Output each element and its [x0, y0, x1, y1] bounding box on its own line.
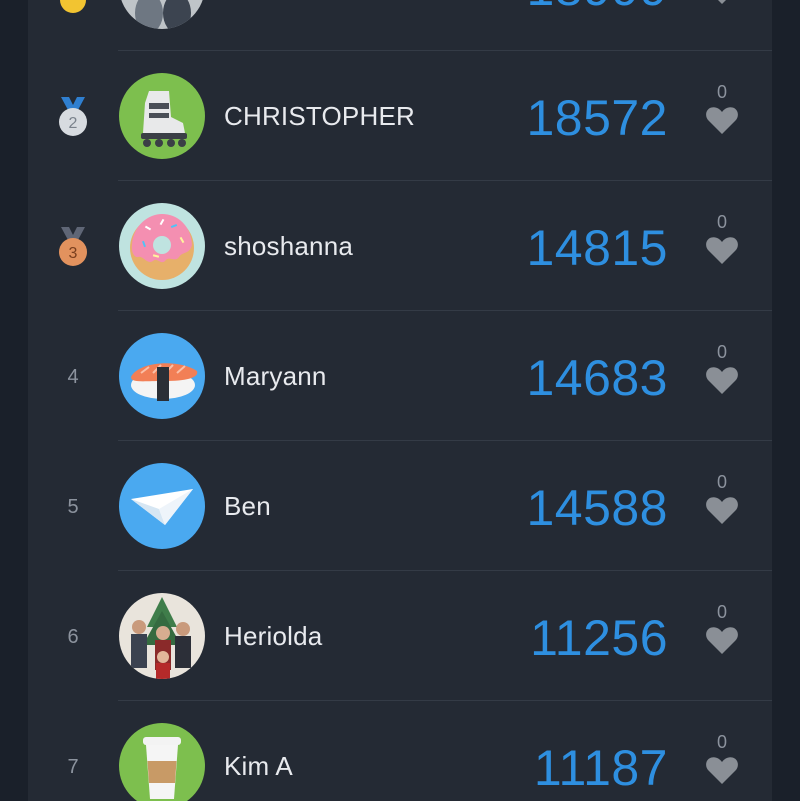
heart-icon[interactable] [705, 0, 739, 5]
leaderboard-row[interactable]: 6 Heriolda 11256 0 [28, 571, 772, 701]
medal-rank-label: 3 [69, 245, 78, 262]
leaderboard-row[interactable]: 3 shoshanna 14815 0 [28, 181, 772, 311]
leaderboard-row[interactable]: 2 CHRISTOPHER 18572 0 [28, 51, 772, 181]
heart-icon[interactable] [705, 365, 739, 395]
like-group[interactable]: 0 [700, 731, 744, 785]
like-group[interactable]: 0 [700, 81, 744, 135]
coffee-cup-avatar[interactable] [119, 723, 205, 801]
like-count: 0 [716, 602, 727, 622]
like-group[interactable]: 0 [700, 211, 744, 265]
score-value: 18572 [526, 90, 668, 146]
paper-plane-avatar[interactable] [119, 463, 205, 549]
score-value: 11256 [530, 610, 668, 666]
heart-icon[interactable] [705, 105, 739, 135]
rank-number: 7 [67, 756, 79, 778]
player-name[interactable]: Heriolda [224, 621, 322, 652]
silver-medal-icon: 2 [59, 97, 87, 136]
like-group[interactable]: 0 [700, 471, 744, 525]
leaderboard-screen: 18999 0 2 [0, 0, 800, 801]
rank-number: 6 [67, 626, 79, 648]
score-value: 14683 [526, 350, 668, 406]
sushi-avatar[interactable] [119, 333, 205, 419]
gold-medal-icon [60, 0, 86, 13]
like-group[interactable]: 0 [700, 0, 744, 5]
like-count: 0 [716, 732, 727, 752]
score-value: 14815 [526, 220, 668, 276]
leaderboard-row[interactable]: 18999 0 [28, 0, 772, 51]
leaderboard-row[interactable]: 7 Kim A 11187 0 [28, 701, 772, 801]
heart-icon[interactable] [705, 625, 739, 655]
bronze-medal-icon: 3 [59, 227, 87, 266]
like-group[interactable]: 0 [700, 341, 744, 395]
rank-number: 5 [67, 496, 79, 518]
leaderboard-row[interactable]: 5 Ben 14588 0 [28, 441, 772, 571]
like-count: 0 [716, 82, 727, 102]
score-value: 11187 [533, 740, 668, 796]
medal-rank-label: 2 [69, 115, 78, 132]
player-name[interactable]: Maryann [224, 361, 327, 392]
player-name[interactable]: CHRISTOPHER [224, 101, 415, 132]
donut-avatar[interactable] [119, 203, 205, 289]
like-count: 0 [716, 472, 727, 492]
heart-icon[interactable] [705, 495, 739, 525]
player-name[interactable]: Kim A [224, 751, 293, 782]
like-group[interactable]: 0 [700, 601, 744, 655]
family-photo-avatar[interactable] [119, 593, 205, 679]
score-value: 14588 [526, 480, 668, 536]
heart-icon[interactable] [705, 235, 739, 265]
leaderboard-row[interactable]: 4 Maryann 14683 0 [28, 311, 772, 441]
heart-icon[interactable] [705, 755, 739, 785]
score-value: 18999 [526, 0, 668, 17]
like-count: 0 [716, 342, 727, 362]
family-photo-avatar[interactable] [119, 0, 205, 29]
player-name[interactable]: Ben [224, 491, 271, 522]
rank-number: 4 [67, 366, 79, 388]
player-name[interactable]: shoshanna [224, 231, 353, 262]
leaderboard-panel: 18999 0 2 [28, 0, 772, 801]
rollerblade-avatar[interactable] [119, 73, 205, 159]
like-count: 0 [716, 212, 727, 232]
